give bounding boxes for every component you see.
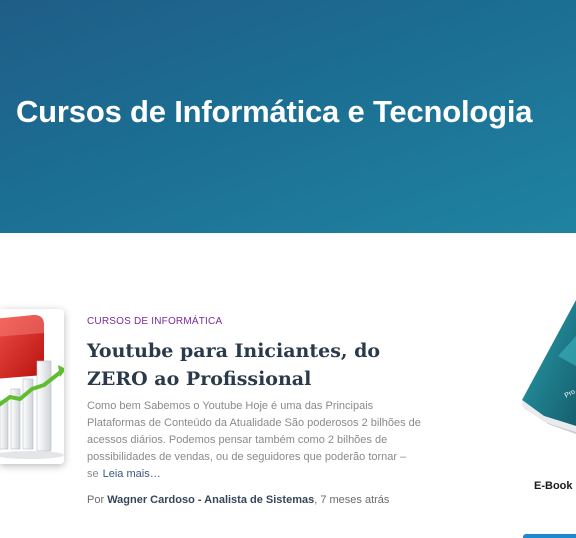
ebook-cover-image[interactable]: Pro [518, 296, 576, 436]
post-excerpt: Como bem Sabemos o Youtube Hoje é uma da… [87, 398, 422, 483]
ebook-download-button[interactable] [523, 534, 576, 538]
growth-chart-icon [0, 309, 64, 464]
page-title: Cursos de Informática e Tecnologia [16, 94, 533, 129]
ebook-title[interactable]: E-Book C [534, 480, 576, 492]
hero-banner: Cursos de Informática e Tecnologia [0, 0, 576, 233]
read-more-link[interactable]: Leia mais… [103, 468, 161, 480]
post-thumbnail[interactable] [0, 309, 64, 464]
ebook-cover-icon: Pro [522, 300, 576, 434]
post-meta: Por Wagner Cardoso - Analista de Sistema… [87, 494, 389, 506]
post-category-link[interactable]: CURSOS DE INFORMÁTICA [87, 316, 222, 327]
post-time: , 7 meses atrás [314, 494, 390, 506]
post-meta-prefix: Por [87, 494, 108, 506]
post-title-link[interactable]: Youtube para Iniciantes, do ZERO ao Prof… [87, 337, 417, 393]
post-author-link[interactable]: Wagner Cardoso - Analista de Sistemas [107, 494, 314, 506]
